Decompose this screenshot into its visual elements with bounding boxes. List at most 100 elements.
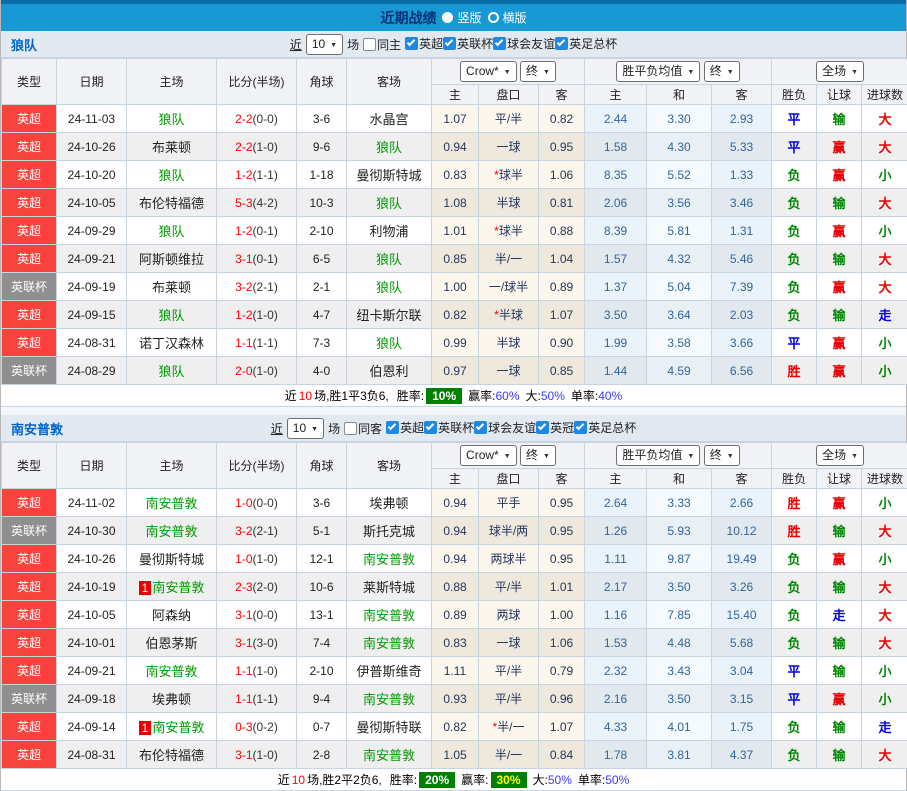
- checkbox-checked-icon[interactable]: [386, 421, 399, 434]
- checkbox-checked-icon[interactable]: [405, 37, 418, 50]
- odds-final-select[interactable]: 终: [520, 445, 556, 466]
- match-count-select[interactable]: 10: [306, 34, 343, 55]
- mean-select[interactable]: 胜平负均值: [616, 61, 700, 82]
- corner-cell: 5-1: [297, 517, 347, 545]
- fulltime-score: 3-1: [235, 748, 252, 762]
- result-cell: 胜: [772, 489, 817, 517]
- mean-draw-cell: 3.33: [647, 489, 712, 517]
- odds-away-cell: 1.06: [539, 629, 585, 657]
- odds-company-select[interactable]: Crow*: [460, 445, 517, 466]
- checkbox-checked-icon[interactable]: [474, 421, 487, 434]
- table-row: 英超24-10-20狼队1-2(1-1)1-18曼彻斯特城0.83*球半1.06…: [2, 161, 907, 189]
- odds-away-cell: 0.79: [539, 657, 585, 685]
- stat-label: 赢率:: [461, 773, 488, 787]
- corner-cell: 13-1: [297, 601, 347, 629]
- mean-final-select[interactable]: 终: [704, 61, 740, 82]
- odds-home-cell: 0.94: [432, 489, 479, 517]
- checkbox-checked-icon[interactable]: [424, 421, 437, 434]
- mean-final-select[interactable]: 终: [704, 445, 740, 466]
- mean-draw-cell: 9.87: [647, 545, 712, 573]
- score-cell: 2-2(1-0): [217, 133, 297, 161]
- checkbox-unchecked-icon[interactable]: [344, 422, 357, 435]
- odds-away-cell: 0.95: [539, 489, 585, 517]
- handicap-result-cell: 输: [817, 245, 862, 273]
- checkbox-checked-icon[interactable]: [555, 37, 568, 50]
- match-date-cell: 24-09-15: [57, 301, 127, 329]
- score-cell: 0-3(0-2): [217, 713, 297, 741]
- chevron-down-icon: [543, 447, 550, 464]
- table-row: 英联杯24-09-18埃弗顿1-1(1-1)9-4南安普敦0.93平/半0.96…: [2, 685, 907, 713]
- odds-away-cell: 1.07: [539, 301, 585, 329]
- subheader-mean-draw: 和: [647, 85, 712, 105]
- handicap-cell: *半/一: [479, 713, 539, 741]
- corner-cell: 4-0: [297, 357, 347, 385]
- odds-company-select[interactable]: Crow*: [460, 61, 517, 82]
- match-type-cell: 英超: [2, 329, 57, 357]
- stat-label: 赢率:: [468, 389, 495, 403]
- odds-away-cell: 0.95: [539, 517, 585, 545]
- checkbox-checked-icon[interactable]: [536, 421, 549, 434]
- away-team-cell: 南安普敦: [347, 545, 432, 573]
- checkbox-checked-icon[interactable]: [443, 37, 456, 50]
- team-name-text: 南安普敦: [363, 748, 415, 763]
- league-filter-item[interactable]: 英冠: [536, 419, 574, 436]
- mean-away-cell: 5.68: [712, 629, 772, 657]
- away-team-cell: 南安普敦: [347, 601, 432, 629]
- fulltime-score: 1-2: [235, 224, 252, 238]
- subheader-handicap-result: 让球: [817, 469, 862, 489]
- handicap-cell: 一球: [479, 629, 539, 657]
- scope-select[interactable]: 全场: [816, 445, 864, 466]
- result-cell: 负: [772, 741, 817, 769]
- mean-away-cell: 5.46: [712, 245, 772, 273]
- score-cell: 1-0(1-0): [217, 545, 297, 573]
- match-date-cell: 24-10-30: [57, 517, 127, 545]
- handicap-result-cell: 赢: [817, 489, 862, 517]
- fulltime-score: 2-2: [235, 140, 252, 154]
- result-cell: 负: [772, 713, 817, 741]
- goals-result-cell: 小: [862, 357, 907, 385]
- league-filter-item[interactable]: 英联杯: [424, 419, 474, 436]
- match-type-cell: 英超: [2, 601, 57, 629]
- league-filter-label: 英超: [419, 35, 443, 52]
- score-cell: 3-1(3-0): [217, 629, 297, 657]
- goals-result-cell: 大: [862, 105, 907, 133]
- league-filter-item[interactable]: 球会友谊: [474, 419, 536, 436]
- radio-unselected-icon[interactable]: [488, 12, 499, 23]
- radio-selected-icon[interactable]: [442, 12, 453, 23]
- checkbox-checked-icon[interactable]: [493, 37, 506, 50]
- team-name-text: 狼队: [376, 252, 402, 267]
- vertical-layout-radio[interactable]: 竖版: [442, 9, 481, 26]
- league-filter-item[interactable]: 英超: [405, 35, 443, 52]
- odds-away-cell: 0.95: [539, 133, 585, 161]
- league-filter-item[interactable]: 英超: [386, 419, 424, 436]
- chevron-down-icon: [727, 447, 734, 464]
- same-side-filter[interactable]: 同客: [344, 420, 382, 437]
- same-side-filter[interactable]: 同主: [363, 36, 401, 53]
- horizontal-layout-radio[interactable]: 横版: [488, 9, 527, 26]
- odds-home-cell: 0.85: [432, 245, 479, 273]
- league-filter-item[interactable]: 英足总杯: [555, 35, 617, 52]
- league-filter-item[interactable]: 英足总杯: [574, 419, 636, 436]
- mean-draw-cell: 4.30: [647, 133, 712, 161]
- odds-final-select[interactable]: 终: [520, 61, 556, 82]
- table-row: 英超24-09-141南安普敦0-3(0-2)0-7曼彻斯特联0.82*半/一1…: [2, 713, 907, 741]
- team-name-text: 南安普敦: [363, 552, 415, 567]
- corner-cell: 0-7: [297, 713, 347, 741]
- league-filter-item[interactable]: 球会友谊: [493, 35, 555, 52]
- match-count-select[interactable]: 10: [287, 418, 324, 439]
- scope-select[interactable]: 全场: [816, 61, 864, 82]
- score-cell: 1-2(0-1): [217, 217, 297, 245]
- match-date-cell: 24-10-20: [57, 161, 127, 189]
- match-date-cell: 24-11-03: [57, 105, 127, 133]
- team-name-text: 布莱顿: [152, 280, 191, 295]
- checkbox-unchecked-icon[interactable]: [363, 38, 376, 51]
- fulltime-score: 3-1: [235, 608, 252, 622]
- match-date-cell: 24-09-19: [57, 273, 127, 301]
- halftime-score: (0-0): [253, 496, 278, 510]
- checkbox-checked-icon[interactable]: [574, 421, 587, 434]
- mean-select[interactable]: 胜平负均值: [616, 445, 700, 466]
- league-filter-item[interactable]: 英联杯: [443, 35, 493, 52]
- section-summary: 近10场,胜1平3负6, 胜率:10%赢率:60%大:50%单率:40%: [1, 385, 906, 407]
- result-cell: 负: [772, 273, 817, 301]
- match-type-cell: 英联杯: [2, 685, 57, 713]
